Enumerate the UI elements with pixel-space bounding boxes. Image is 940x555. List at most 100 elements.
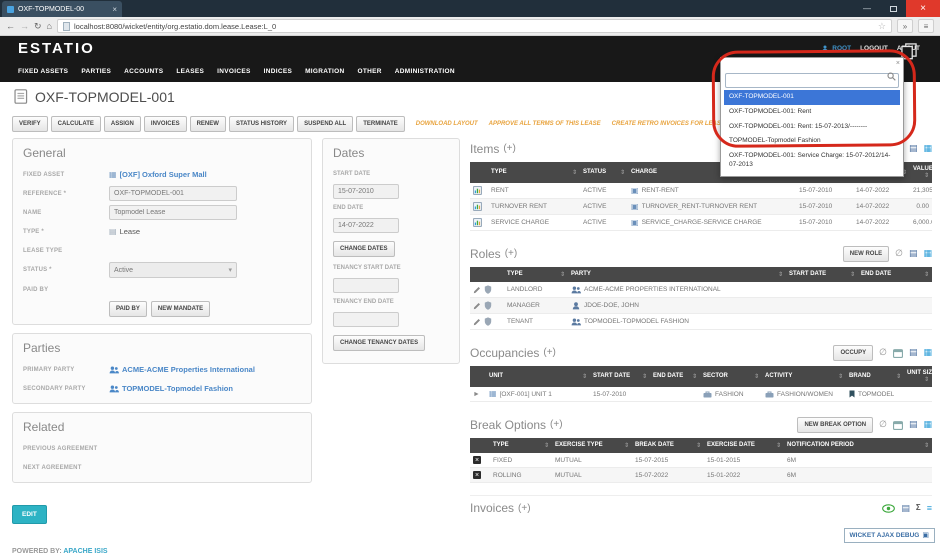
calculate-button[interactable]: CALCULATE: [50, 116, 101, 132]
break-option-row[interactable]: × ROLLING MUTUAL 15-07-2022 15-01-2022 6…: [470, 467, 932, 483]
nav-invoices[interactable]: INVOICES: [217, 68, 250, 75]
nav-migration[interactable]: MIGRATION: [305, 68, 344, 75]
sort-icon[interactable]: ⇕: [572, 169, 577, 176]
table-view-icon[interactable]: ▦: [923, 249, 932, 258]
roles-col-party[interactable]: PARTY ⇕: [568, 267, 786, 282]
edit-pencil-icon[interactable]: [473, 318, 481, 326]
wicket-ajax-debug[interactable]: WICKET AJAX DEBUG ▣: [843, 528, 935, 543]
renew-button[interactable]: RENEW: [189, 116, 226, 132]
suspend-all-button[interactable]: SUSPEND ALL: [297, 116, 354, 132]
occ-col-activity[interactable]: ACTIVITY ⇕: [762, 366, 846, 387]
break-option-row[interactable]: × FIXED MUTUAL 15-07-2015 15-01-2015 6M: [470, 453, 932, 468]
primary-party-link[interactable]: ACME-ACME Properties International: [122, 365, 255, 374]
sigma-icon[interactable]: Σ: [916, 504, 921, 512]
nav-indices[interactable]: INDICES: [264, 68, 292, 75]
assign-button[interactable]: ASSIGN: [103, 116, 141, 132]
sort-icon[interactable]: ⇕: [642, 373, 647, 380]
sort-icon[interactable]: ⇕: [544, 442, 549, 449]
table-view-icon[interactable]: ▦: [923, 348, 932, 357]
dropdown-option[interactable]: OXF-TOPMODEL-001: Rent: 15-07-2013/-----…: [724, 120, 900, 135]
items-col-type[interactable]: TYPE ⇕: [488, 162, 580, 183]
end-date-field[interactable]: [333, 218, 399, 233]
sort-icon[interactable]: ⇕: [924, 376, 929, 383]
bookmark-star-icon[interactable]: ☆: [878, 21, 886, 32]
home-icon[interactable]: ⌂: [47, 21, 52, 31]
change-tenancy-dates-button[interactable]: CHANGE TENANCY DATES: [333, 335, 426, 351]
book-icon[interactable]: ▤: [909, 144, 918, 153]
hide-columns-icon[interactable]: ∅: [895, 249, 903, 258]
nav-leases[interactable]: LEASES: [176, 68, 204, 75]
nav-accounts[interactable]: ACCOUNTS: [124, 68, 163, 75]
sort-icon[interactable]: ⇕: [776, 442, 781, 449]
edit-button[interactable]: EDIT: [12, 505, 47, 524]
items-col-status[interactable]: STATUS ⇕: [580, 162, 628, 183]
role-row[interactable]: LANDLORD ACME-ACME PROPERTIES INTERNATIO…: [470, 282, 932, 298]
occupancy-row[interactable]: ► ▦ [OXF-001] UNIT 1 15-07-2010 FASHION F…: [470, 387, 932, 402]
browser-tab[interactable]: OXF-TOPMODEL-00 ×: [2, 1, 122, 17]
sort-icon[interactable]: ⇕: [624, 442, 629, 449]
status-select[interactable]: Active ▾: [109, 262, 237, 278]
terminate-button[interactable]: TERMINATE: [356, 116, 405, 132]
back-icon[interactable]: ←: [6, 21, 15, 31]
eye-icon[interactable]: [882, 503, 896, 513]
break-col-type[interactable]: TYPE ⇕: [490, 438, 552, 453]
sort-icon[interactable]: ⇕: [754, 373, 759, 380]
list-view-icon[interactable]: ≡: [927, 503, 932, 513]
reference-field[interactable]: [109, 186, 237, 201]
dropdown-option[interactable]: OXF-TOPMODEL-001: Rent: [724, 105, 900, 120]
change-dates-button[interactable]: CHANGE DATES: [333, 241, 395, 257]
new-mandate-button[interactable]: NEW MANDATE: [150, 301, 211, 317]
approve-all-terms-link[interactable]: APPROVE ALL TERMS OF THIS LEASE: [489, 121, 601, 127]
calendar-icon[interactable]: [892, 348, 903, 358]
refresh-icon[interactable]: ↻: [34, 21, 42, 32]
sort-icon[interactable]: ⇕: [696, 442, 701, 449]
occupy-button[interactable]: OCCUPY: [833, 344, 874, 361]
dropdown-option[interactable]: OXF-TOPMODEL-001: Service Charge: 15-07-…: [724, 149, 900, 173]
remove-break-icon[interactable]: ×: [473, 471, 481, 479]
edit-pencil-icon[interactable]: [473, 302, 481, 310]
book-icon[interactable]: ▤: [909, 420, 918, 429]
item-row[interactable]: SERVICE CHARGE ACTIVE ▣ SERVICE_CHARGE-SE…: [470, 214, 932, 231]
book-icon[interactable]: ▤: [909, 249, 918, 258]
calendar-icon[interactable]: [892, 420, 903, 430]
verify-button[interactable]: VERIFY: [12, 116, 48, 132]
secondary-party-link[interactable]: TOPMODEL-Topmodel Fashion: [122, 384, 233, 393]
dropdown-search-input[interactable]: [725, 73, 899, 88]
url-text[interactable]: localhost:8080/wicket/entity/org.estatio…: [74, 22, 874, 31]
item-row[interactable]: RENT ACTIVE ▣ RENT-RENT 15-07-2010 14-07-…: [470, 183, 932, 199]
close-button[interactable]: ×: [906, 0, 940, 17]
invoices-button[interactable]: INVOICES: [143, 116, 187, 132]
tenancy-start-date-field[interactable]: [333, 278, 399, 293]
break-options-add-link[interactable]: (+): [550, 419, 563, 430]
roles-add-link[interactable]: (+): [505, 248, 518, 259]
download-layout-link[interactable]: DOWNLOAD LAYOUT: [416, 121, 478, 127]
items-col-value[interactable]: VALUE ⇕: [910, 162, 932, 183]
item-row[interactable]: TURNOVER RENT ACTIVE ▣ TURNOVER_RENT-TURN…: [470, 198, 932, 215]
sort-icon[interactable]: ⇕: [838, 373, 843, 380]
occ-col-unit[interactable]: UNIT ⇕: [486, 366, 590, 387]
maximize-button[interactable]: [880, 0, 906, 17]
tenancy-end-date-field[interactable]: [333, 312, 399, 327]
roles-col-start[interactable]: START DATE ⇕: [786, 267, 858, 282]
dropdown-option[interactable]: TOPMODEL-Topmodel Fashion: [724, 134, 900, 149]
nav-fixed-assets[interactable]: FIXED ASSETS: [18, 68, 68, 75]
occ-col-brand[interactable]: BRAND ⇕: [846, 366, 904, 387]
extensions-icon[interactable]: »: [897, 19, 913, 33]
sort-icon[interactable]: ⇕: [896, 373, 901, 380]
sort-icon[interactable]: ⇕: [924, 442, 929, 449]
menu-icon[interactable]: ≡: [918, 19, 934, 33]
nav-other[interactable]: OTHER: [358, 68, 382, 75]
new-break-option-button[interactable]: NEW BREAK OPTION: [797, 416, 874, 433]
occ-col-start[interactable]: START DATE ⇕: [590, 366, 650, 387]
paid-by-button[interactable]: PAID BY: [109, 301, 147, 317]
occ-col-unit-size[interactable]: UNIT SIZE⇕: [904, 366, 932, 387]
book-icon[interactable]: ▤: [909, 348, 918, 357]
nav-parties[interactable]: PARTIES: [81, 68, 111, 75]
occupancies-add-link[interactable]: (+): [543, 347, 556, 358]
occ-col-sector[interactable]: SECTOR ⇕: [700, 366, 762, 387]
dropdown-close-icon[interactable]: ×: [896, 60, 900, 68]
invoices-add-link[interactable]: (+): [518, 503, 531, 514]
sort-icon[interactable]: ⇕: [692, 373, 697, 380]
status-history-button[interactable]: STATUS HISTORY: [228, 116, 295, 132]
remove-break-icon[interactable]: ×: [473, 456, 481, 464]
